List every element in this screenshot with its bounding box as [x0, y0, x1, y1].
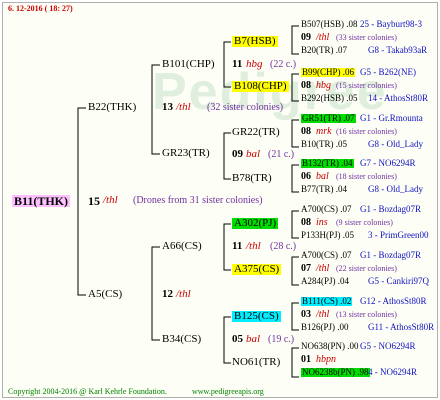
gen4-parent-id: B99(CHP) .06 [301, 67, 356, 77]
gen3-note: (28 c.) [270, 241, 297, 252]
gen4-parent-lineage: G7 - NO6294R [360, 158, 416, 168]
gen4-note: (18 sister colonies) [336, 172, 397, 181]
gen3-note: (21 c.) [268, 149, 295, 160]
gen3-queen-id: B7(HSB) [232, 35, 278, 47]
gen3-race: bal [246, 148, 261, 160]
gen4-race: hbpn [316, 354, 336, 365]
gen4-parent-lineage: 25 - Bayburt98-3 [360, 19, 422, 29]
gen4-drone-parent-id: B77(TR) .04 [301, 184, 347, 194]
pedigree-chart: Pedigree 6. 12-2016 ( 18: 27) B11(THK) 1… [0, 0, 440, 400]
gen4-drone-parent-id: B292(HSB) .05 [301, 93, 358, 103]
gen4-year: 08 [301, 126, 311, 137]
gen4-parent-lineage: G1 - Gr.Rmounta [360, 113, 423, 123]
gen1-race: /thl [176, 288, 191, 300]
gen4-drone-parent-id: B126(PJ) .00 [301, 322, 349, 332]
gen4-race: /thl [316, 263, 330, 274]
gen4-parent-id: B507(HSB) .08 [301, 19, 358, 29]
gen4-year: 03 [301, 309, 311, 320]
gen3-year: 11 [232, 58, 243, 70]
gen4-drone-parent-id: B10(TR) .05 [301, 139, 347, 149]
gen3-queen-id: GR22(TR) [232, 126, 280, 138]
gen4-drone-lineage: 4 - NO6294R [368, 367, 417, 377]
gen1-queen-id: B22(THK) [88, 101, 137, 113]
gen4-drone-lineage: 14 - AthosSt80R [368, 93, 429, 103]
gen4-race: mrk [316, 126, 332, 137]
root-year: 15 [88, 194, 100, 208]
gen4-year: 01 [301, 354, 311, 365]
gen2-queen-id: B101(CHP) [162, 58, 215, 70]
gen3-note: (22 c.) [270, 59, 297, 70]
gen4-parent-lineage: G1 - Bozdag07R [360, 250, 421, 260]
gen4-race: /thl [316, 309, 330, 320]
gen3-note: (19 c.) [268, 334, 295, 345]
gen2-queen-id: A66(CS) [162, 240, 202, 252]
gen4-drone-lineage: G8 - Takab93aR [368, 45, 428, 55]
gen4-parent-lineage: G5 - B262(NE) [360, 67, 416, 77]
gen3-year: 11 [232, 240, 243, 252]
gen4-drone-parent-id: P133H(PJ) .05 [301, 230, 355, 240]
gen4-parent-id: B132(TR) .04 [301, 158, 354, 168]
gen3-queen-id: NO61(TR) [232, 356, 281, 368]
gen4-note: (22 sister colonies) [336, 264, 397, 273]
gen4-note: (33 sister colonies) [336, 33, 397, 42]
gen3-year: 05 [232, 333, 243, 345]
gen4-parent-id: NO638(PN) .00 [301, 341, 359, 351]
gen4-year: 08 [301, 80, 311, 91]
gen3-queen-id: B108(CHP) [232, 80, 289, 92]
gen3-queen-id: A375(CS) [232, 263, 282, 275]
gen3-queen-id: A302(PJ) [232, 217, 279, 229]
gen4-drone-lineage: G5 - Cankiri97Q [368, 276, 429, 286]
gen4-parent-lineage: G5 - NO6294R [360, 341, 416, 351]
gen4-parent-id: A700(CS) .07 [301, 250, 352, 260]
gen4-note: (16 sister colonies) [336, 127, 397, 136]
gen4-note: (15 sister colonies) [336, 81, 397, 90]
gen4-drone-parent-id: NO6238b(PN) .98 [301, 367, 370, 377]
gen1-queen-id: A5(CS) [88, 288, 123, 300]
gen4-race: /thl [316, 32, 330, 43]
gen3-race: /thl [246, 240, 261, 252]
gen4-drone-lineage: G8 - Old_Lady [368, 139, 423, 149]
gen4-parent-id: B111(CS) .02 [301, 296, 353, 306]
gen3-queen-id: B125(CS) [232, 310, 281, 322]
footer-copyright: Copyright 2004-2016 @ Karl Kehrle Founda… [8, 387, 167, 396]
gen4-race: ins [316, 217, 328, 228]
root-race: /thl [103, 194, 118, 206]
gen4-drone-lineage: G8 - Old_Lady [368, 184, 423, 194]
gen4-year: 07 [301, 263, 311, 274]
gen4-drone-parent-id: B20(TR) .07 [301, 45, 347, 55]
gen3-race: hbg [246, 58, 263, 70]
gen4-year: 08 [301, 217, 311, 228]
footer-url[interactable]: www.pedigreeapis.org [192, 388, 264, 396]
gen4-parent-lineage: G1 - Bozdag07R [360, 204, 421, 214]
gen4-race: bal [316, 171, 329, 182]
gen2-queen-id: GR23(TR) [162, 147, 210, 159]
gen1-note: (32 sister colonies) [207, 102, 284, 113]
gen4-drone-lineage: G11 - AthosSt80R [368, 322, 435, 332]
gen4-drone-parent-id: A284(PJ) .04 [301, 276, 350, 286]
gen3-queen-id: B78(TR) [232, 172, 272, 184]
gen4-parent-id: A700(CS) .07 [301, 204, 352, 214]
gen3-race: bal [246, 333, 261, 345]
gen1-year: 13 [162, 101, 173, 113]
gen1-year: 12 [162, 288, 173, 300]
gen4-note: (9 sister colonies) [336, 218, 393, 227]
gen4-drone-lineage: 3 - PrimGreen00 [368, 230, 429, 240]
root-note: (Drones from 31 sister colonies) [133, 195, 263, 206]
gen4-note: (13 sister colonies) [336, 310, 397, 319]
gen4-parent-id: GR51(TR) .07 [301, 113, 356, 123]
gen4-race: hbg [316, 80, 331, 91]
gen2-queen-id: B34(CS) [162, 333, 202, 345]
gen4-parent-lineage: G12 - AthosSt80R [360, 296, 427, 306]
root-queen-id: B11(THK) [12, 194, 71, 208]
gen4-year: 09 [301, 32, 311, 43]
gen1-race: /thl [176, 101, 191, 113]
date-stamp: 6. 12-2016 ( 18: 27) [8, 4, 73, 13]
gen4-year: 06 [301, 171, 311, 182]
gen3-year: 09 [232, 148, 243, 160]
